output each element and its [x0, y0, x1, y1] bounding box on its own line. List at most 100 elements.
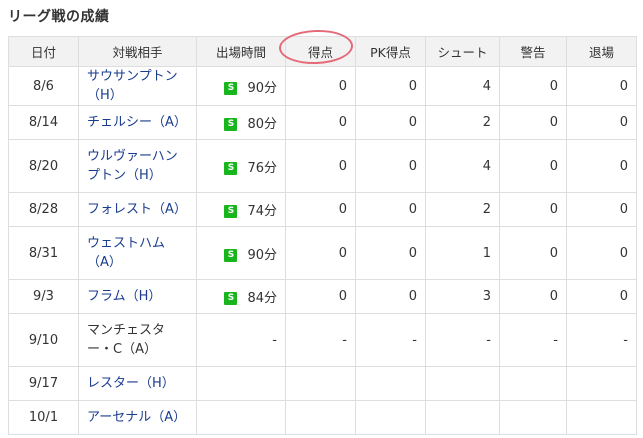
opponent-link[interactable]: サウサンプトン（H） — [87, 69, 178, 103]
goals-value: 0 — [285, 226, 356, 280]
match-row: 9/10 マンチェスター・C（A） - - - - - - — [8, 313, 637, 367]
red-card-value: 0 — [566, 226, 637, 280]
shots-value — [425, 400, 500, 435]
goals-value: 0 — [285, 66, 356, 106]
match-date: 8/14 — [8, 105, 79, 140]
pk-goals-value: 0 — [355, 226, 426, 280]
match-opponent-cell: レスター（H） — [78, 366, 197, 401]
minutes-value: 90分 — [247, 80, 277, 96]
match-opponent-cell: サウサンプトン（H） — [78, 66, 197, 106]
shots-value: 3 — [425, 279, 500, 314]
match-opponent-cell: フォレスト（A） — [78, 192, 197, 227]
col-header-opponent: 対戦相手 — [78, 36, 197, 67]
match-opponent-cell: ウルヴァーハンプトン（H） — [78, 139, 197, 193]
match-date: 8/20 — [8, 139, 79, 193]
match-row: 8/6 サウサンプトン（H） S 90分 0 0 4 0 0 — [8, 66, 637, 106]
yellow-card-value: 0 — [499, 192, 567, 227]
match-opponent-cell: アーセナル（A） — [78, 400, 197, 435]
red-card-value: 0 — [566, 139, 637, 193]
match-date: 9/10 — [8, 313, 79, 367]
minutes-cell: S 84分 — [196, 279, 286, 314]
col-header-date: 日付 — [8, 36, 79, 67]
minutes-value: 90分 — [247, 247, 277, 263]
match-opponent-cell: ウェストハム（A） — [78, 226, 197, 280]
yellow-card-value: 0 — [499, 279, 567, 314]
opponent-link[interactable]: レスター（H） — [87, 376, 175, 391]
minutes-cell: S 90分 — [196, 66, 286, 106]
yellow-card-value: - — [499, 313, 567, 367]
minutes-value: - — [272, 332, 277, 348]
pk-goals-value: - — [355, 313, 426, 367]
starter-badge-icon: S — [224, 161, 238, 175]
match-date: 9/17 — [8, 366, 79, 401]
shots-value: - — [425, 313, 500, 367]
goals-value: 0 — [285, 105, 356, 140]
match-row: 8/31 ウェストハム（A） S 90分 0 0 1 0 0 — [8, 226, 637, 280]
opponent-link[interactable]: フラム（H） — [87, 289, 161, 304]
col-header-shots: シュート — [425, 36, 500, 67]
col-header-pk-goals: PK得点 — [355, 36, 426, 67]
minutes-value: 74分 — [247, 204, 277, 219]
opponent-link[interactable]: ウルヴァーハンプトン（H） — [87, 149, 178, 183]
header-row: 日付 対戦相手 出場時間 得点 PK得点 シュート 警告 退場 — [8, 36, 637, 67]
red-card-value: - — [566, 313, 637, 367]
minutes-cell: S 90分 — [196, 226, 286, 280]
shots-value: 4 — [425, 139, 500, 193]
minutes-cell: - — [196, 313, 286, 367]
col-header-minutes: 出場時間 — [196, 36, 286, 67]
match-date: 8/6 — [8, 66, 79, 106]
yellow-card-value — [499, 400, 567, 435]
opponent-link[interactable]: アーセナル（A） — [87, 410, 186, 425]
shots-value: 4 — [425, 66, 500, 106]
col-header-goals: 得点 — [285, 36, 356, 67]
minutes-cell: S 80分 — [196, 105, 286, 140]
starter-badge-icon: S — [224, 292, 238, 305]
red-card-value — [566, 400, 637, 435]
starter-badge-icon: S — [224, 118, 238, 131]
match-row: 8/28 フォレスト（A） S 74分 0 0 2 0 0 — [8, 192, 637, 227]
yellow-card-value: 0 — [499, 139, 567, 193]
starter-badge-icon: S — [224, 205, 238, 218]
match-opponent-cell: マンチェスター・C（A） — [78, 313, 197, 367]
opponent-link[interactable]: ウェストハム（A） — [87, 236, 165, 270]
yellow-card-value: 0 — [499, 226, 567, 280]
shots-value: 1 — [425, 226, 500, 280]
match-opponent-cell: チェルシー（A） — [78, 105, 197, 140]
match-date: 10/1 — [8, 400, 79, 435]
minutes-value: 80分 — [247, 117, 277, 132]
goals-value: 0 — [285, 192, 356, 227]
minutes-cell: S 76分 — [196, 139, 286, 193]
section-title: リーグ戦の成績 — [8, 9, 110, 25]
red-card-value: 0 — [566, 279, 637, 314]
goals-value — [285, 400, 356, 435]
match-date: 9/3 — [8, 279, 79, 314]
col-header-red: 退場 — [566, 36, 637, 67]
match-row: 8/20 ウルヴァーハンプトン（H） S 76分 0 0 4 0 0 — [8, 139, 637, 193]
pk-goals-value: 0 — [355, 139, 426, 193]
match-row: 9/17 レスター（H） — [8, 366, 637, 401]
starter-badge-icon: S — [224, 81, 238, 95]
opponent-link[interactable]: チェルシー（A） — [87, 115, 187, 130]
shots-value: 2 — [425, 105, 500, 140]
red-card-value: 0 — [566, 66, 637, 106]
minutes-cell — [196, 400, 286, 435]
minutes-value: 84分 — [247, 291, 277, 306]
pk-goals-value: 0 — [355, 279, 426, 314]
results-table: 日付 対戦相手 出場時間 得点 PK得点 シュート 警告 退場 8/6 サウサンプ… — [8, 36, 637, 435]
match-row: 10/1 アーセナル（A） — [8, 400, 637, 435]
yellow-card-value — [499, 366, 567, 401]
pk-goals-value: 0 — [355, 66, 426, 106]
yellow-card-value: 0 — [499, 105, 567, 140]
starter-badge-icon: S — [224, 248, 238, 262]
match-row: 9/3 フラム（H） S 84分 0 0 3 0 0 — [8, 279, 637, 314]
match-date: 8/31 — [8, 226, 79, 280]
goals-value — [285, 366, 356, 401]
goals-value: 0 — [285, 139, 356, 193]
yellow-card-value: 0 — [499, 66, 567, 106]
red-card-value — [566, 366, 637, 401]
minutes-value: 76分 — [247, 160, 277, 176]
opponent-link[interactable]: フォレスト（A） — [87, 202, 187, 217]
opponent-name: マンチェスター・C（A） — [87, 323, 166, 357]
red-card-value: 0 — [566, 192, 637, 227]
red-card-value: 0 — [566, 105, 637, 140]
